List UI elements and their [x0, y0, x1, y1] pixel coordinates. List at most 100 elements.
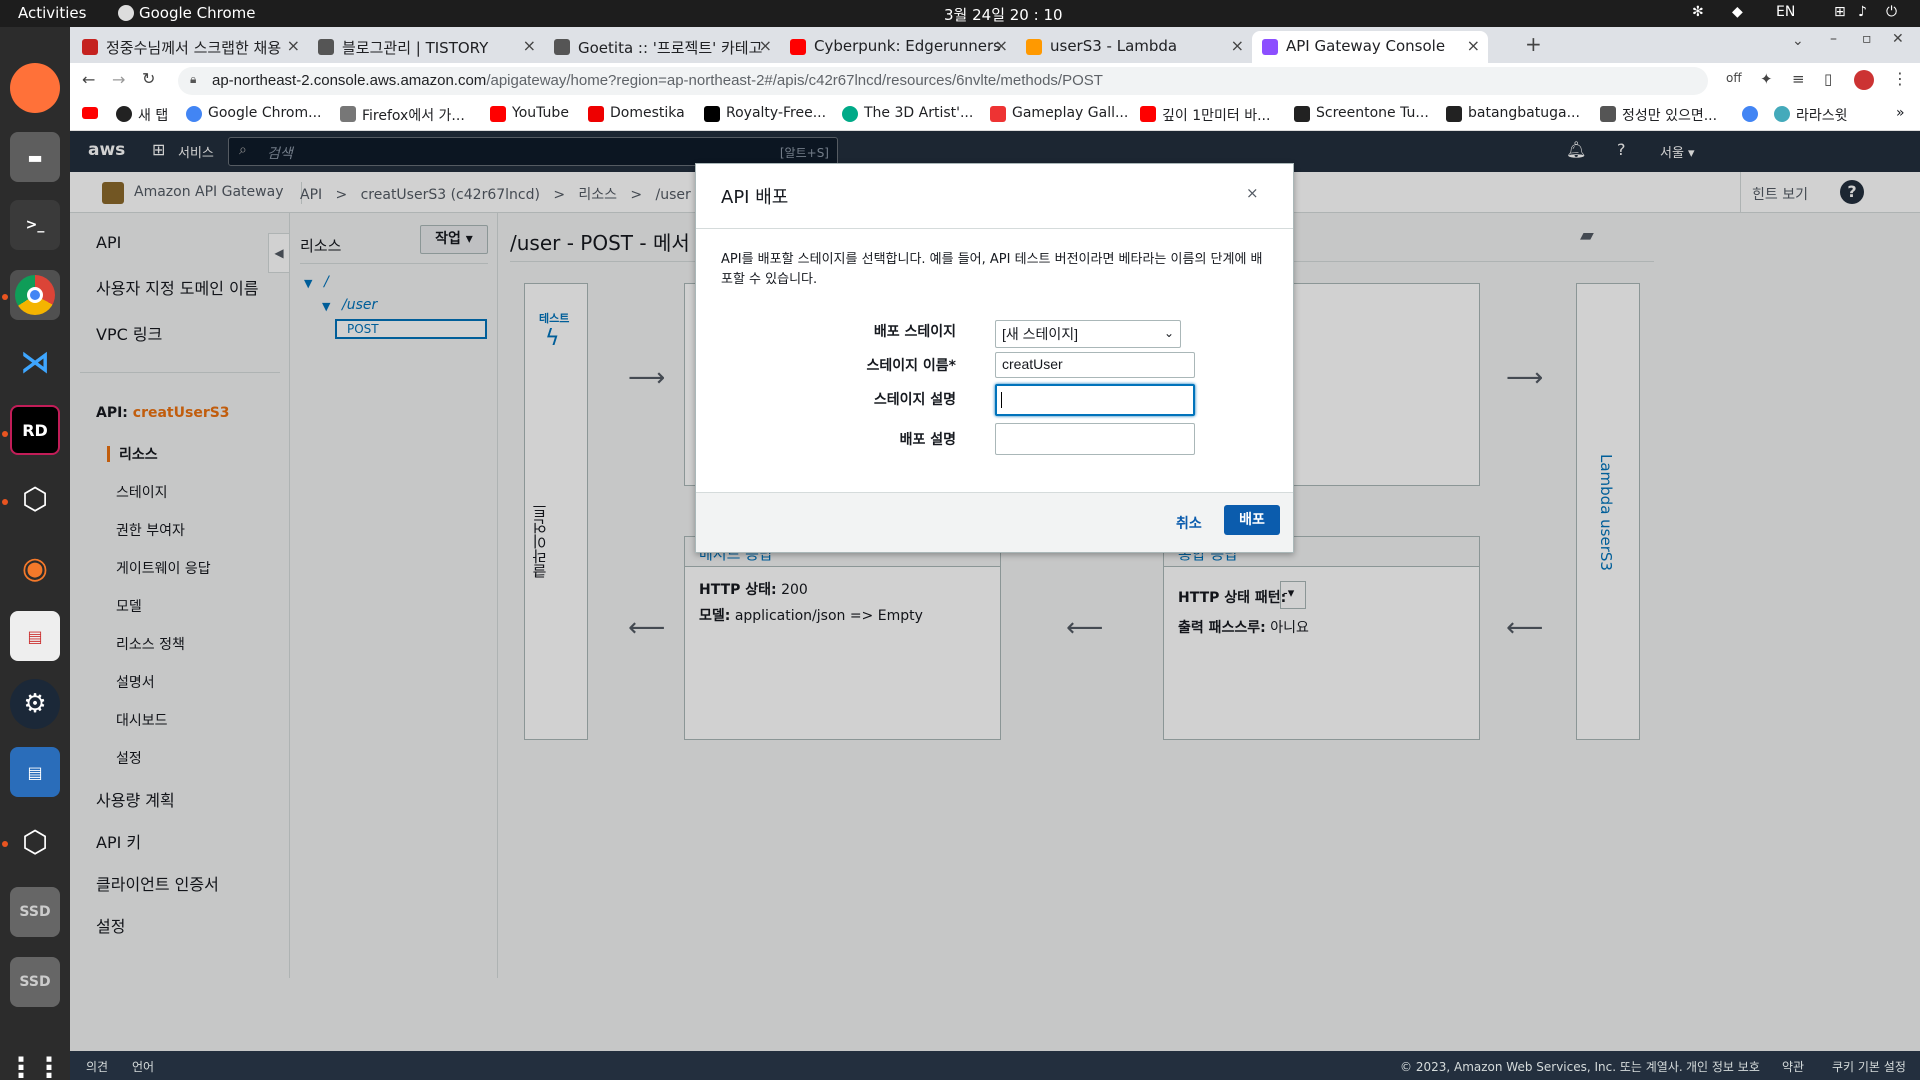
document-viewer-icon[interactable]: ▤ — [10, 611, 60, 661]
modal-description: API를 배포할 스테이지를 선택합니다. 예를 들어, API 테스트 버전이… — [721, 252, 1263, 287]
stage-name-input[interactable]: creatUser — [995, 352, 1195, 378]
bookmark[interactable]: 라라스윗 — [1774, 105, 1848, 125]
ssd-drive-icon[interactable]: SSD — [10, 887, 60, 937]
volume-icon[interactable]: ♪ — [1858, 4, 1867, 20]
api-gateway-icon — [1262, 39, 1278, 55]
bookmarks-bar: 새 탭 Google Chrom... Firefox에서 가... YouTu… — [70, 99, 1920, 131]
clock[interactable]: 3월 24일 20 : 10 — [944, 4, 1063, 25]
bookmark[interactable]: 깊이 1만미터 바... — [1140, 105, 1270, 125]
chrome-menu-icon[interactable]: ⋮ — [1892, 69, 1908, 88]
writer-icon[interactable]: ▤ — [10, 747, 60, 797]
running-indicator — [2, 294, 8, 300]
bookmark[interactable]: The 3D Artist'... — [842, 105, 973, 122]
bookmark[interactable]: 정성만 있으면... — [1600, 105, 1717, 125]
bookmark[interactable]: Domestika — [588, 105, 685, 122]
rider-icon[interactable]: RD — [10, 405, 60, 455]
close-tab-icon[interactable]: × — [1467, 36, 1480, 55]
unity-icon[interactable]: ⬡ — [10, 817, 60, 867]
privacy-link[interactable]: 개인 정보 보호 — [1686, 1058, 1760, 1075]
deploy-button[interactable]: 배포 — [1224, 505, 1280, 535]
close-tab-icon[interactable]: × — [287, 36, 300, 55]
folder-icon — [340, 106, 356, 122]
system-top-bar: Activities Google Chrome 3월 24일 20 : 10 … — [0, 0, 1920, 27]
color-icon[interactable]: ◆ — [1732, 4, 1743, 20]
tab-3[interactable]: Goetita :: '프로젝트' 카테고 × — [544, 31, 780, 63]
console-footer: 의견 언어 © 2023, Amazon Web Services, Inc. … — [70, 1051, 1920, 1080]
close-tab-icon[interactable]: × — [1231, 36, 1244, 55]
tab-4[interactable]: Cyberpunk: Edgerunners × — [780, 31, 1016, 63]
minimize-icon[interactable]: – — [1830, 31, 1837, 47]
bookmark[interactable]: Royalty-Free... — [704, 105, 826, 122]
youtube-icon — [490, 106, 506, 122]
bookmark[interactable]: batangbatuga... — [1446, 105, 1580, 122]
language-indicator[interactable]: EN — [1776, 4, 1795, 20]
cancel-button[interactable]: 취소 — [1176, 513, 1202, 533]
close-tab-icon[interactable]: × — [759, 36, 772, 55]
side-panel-icon[interactable]: ▯ — [1824, 70, 1832, 88]
back-icon[interactable]: ← — [82, 70, 95, 89]
deploy-description-textarea[interactable] — [995, 423, 1195, 455]
google-bookmark-icon[interactable] — [1742, 106, 1758, 122]
blender-icon[interactable]: ◉ — [10, 543, 60, 593]
gmail-icon — [82, 39, 98, 55]
bookmark[interactable]: Google Chrom... — [186, 105, 321, 122]
stage-description-textarea[interactable] — [995, 384, 1195, 416]
address-bar[interactable]: 🔒︎ ap-northeast-2.console.aws.amazon.com… — [178, 67, 1708, 95]
modal-header: API 배포 × — [696, 164, 1293, 229]
files-icon[interactable]: ▬ — [10, 132, 60, 182]
unity-hub-icon[interactable]: ⬡ — [10, 474, 60, 524]
more-bookmarks-icon[interactable]: » — [1896, 105, 1905, 121]
terms-link[interactable]: 약관 — [1782, 1058, 1804, 1075]
restore-icon[interactable]: ▫ — [1862, 31, 1872, 47]
close-tab-icon[interactable]: × — [523, 36, 536, 55]
running-indicator — [2, 499, 8, 505]
show-apps-icon[interactable]: ⋮⋮ — [7, 1042, 63, 1080]
close-icon[interactable]: × — [1246, 184, 1259, 202]
tistory-icon — [1600, 106, 1616, 122]
tab-5[interactable]: userS3 - Lambda × — [1016, 31, 1252, 63]
bookmark[interactable]: Screentone Tu... — [1294, 105, 1429, 122]
3d-artist-icon — [842, 106, 858, 122]
tab-search-icon[interactable]: ⌄ — [1792, 33, 1804, 49]
activities-button[interactable]: Activities — [18, 4, 86, 22]
bookmark[interactable]: Gameplay Gall... — [990, 105, 1128, 122]
new-tab-icon[interactable]: + — [1525, 32, 1542, 56]
gameplay-icon — [990, 106, 1006, 122]
close-tab-icon[interactable]: × — [995, 36, 1008, 55]
bookmark[interactable]: YouTube — [490, 105, 569, 122]
chrome-dock-icon[interactable] — [10, 270, 60, 320]
stage-select[interactable]: [새 스테이지] ⌄ — [995, 320, 1181, 348]
tistory-icon — [318, 39, 334, 55]
close-window-icon[interactable]: ✕ — [1892, 31, 1904, 47]
vscode-icon[interactable]: ⋊ — [10, 337, 60, 387]
tab-2[interactable]: 블로그관리 | TISTORY × — [308, 31, 544, 63]
url-path: /apigateway/home?region=ap-northeast-2#/… — [486, 72, 1103, 89]
youtube-icon[interactable] — [82, 107, 98, 119]
app-menu[interactable]: Google Chrome — [139, 4, 256, 22]
reload-icon[interactable]: ↻ — [142, 69, 155, 88]
tray-icon[interactable]: ✻ — [1692, 4, 1704, 20]
running-indicator — [2, 841, 8, 847]
ssd-drive-icon[interactable]: SSD — [10, 957, 60, 1007]
chrome-icon — [118, 5, 134, 21]
feedback-link[interactable]: 의견 — [86, 1058, 108, 1075]
extensions-icon[interactable]: ✦ — [1760, 70, 1773, 88]
tab-strip: 정중수님께서 스크랩한 채용 × 블로그관리 | TISTORY × Goetita… — [70, 27, 1920, 63]
bookmark[interactable]: Firefox에서 가... — [340, 105, 465, 125]
modal-title: API 배포 — [721, 187, 789, 208]
profile-avatar[interactable] — [1854, 70, 1874, 90]
power-icon[interactable]: ⏻ — [1886, 4, 1897, 20]
cookie-settings-link[interactable]: 쿠키 기본 설정 — [1832, 1058, 1906, 1075]
tab-6-active[interactable]: API Gateway Console × — [1252, 31, 1488, 63]
firefox-icon[interactable] — [10, 63, 60, 113]
reading-list-icon[interactable]: ≡ — [1792, 70, 1805, 88]
steam-icon[interactable]: ⚙ — [10, 679, 60, 729]
forward-icon[interactable]: → — [112, 70, 125, 89]
bookmark[interactable]: 새 탭 — [116, 105, 168, 125]
tab-1[interactable]: 정중수님께서 스크랩한 채용 × — [72, 31, 308, 63]
terminal-icon[interactable]: >_ — [10, 200, 60, 250]
text-cursor — [1001, 392, 1002, 408]
extension-off-icon[interactable]: off — [1726, 71, 1742, 85]
language-link[interactable]: 언어 — [132, 1058, 154, 1075]
network-icon[interactable]: ⊞ — [1834, 4, 1846, 20]
